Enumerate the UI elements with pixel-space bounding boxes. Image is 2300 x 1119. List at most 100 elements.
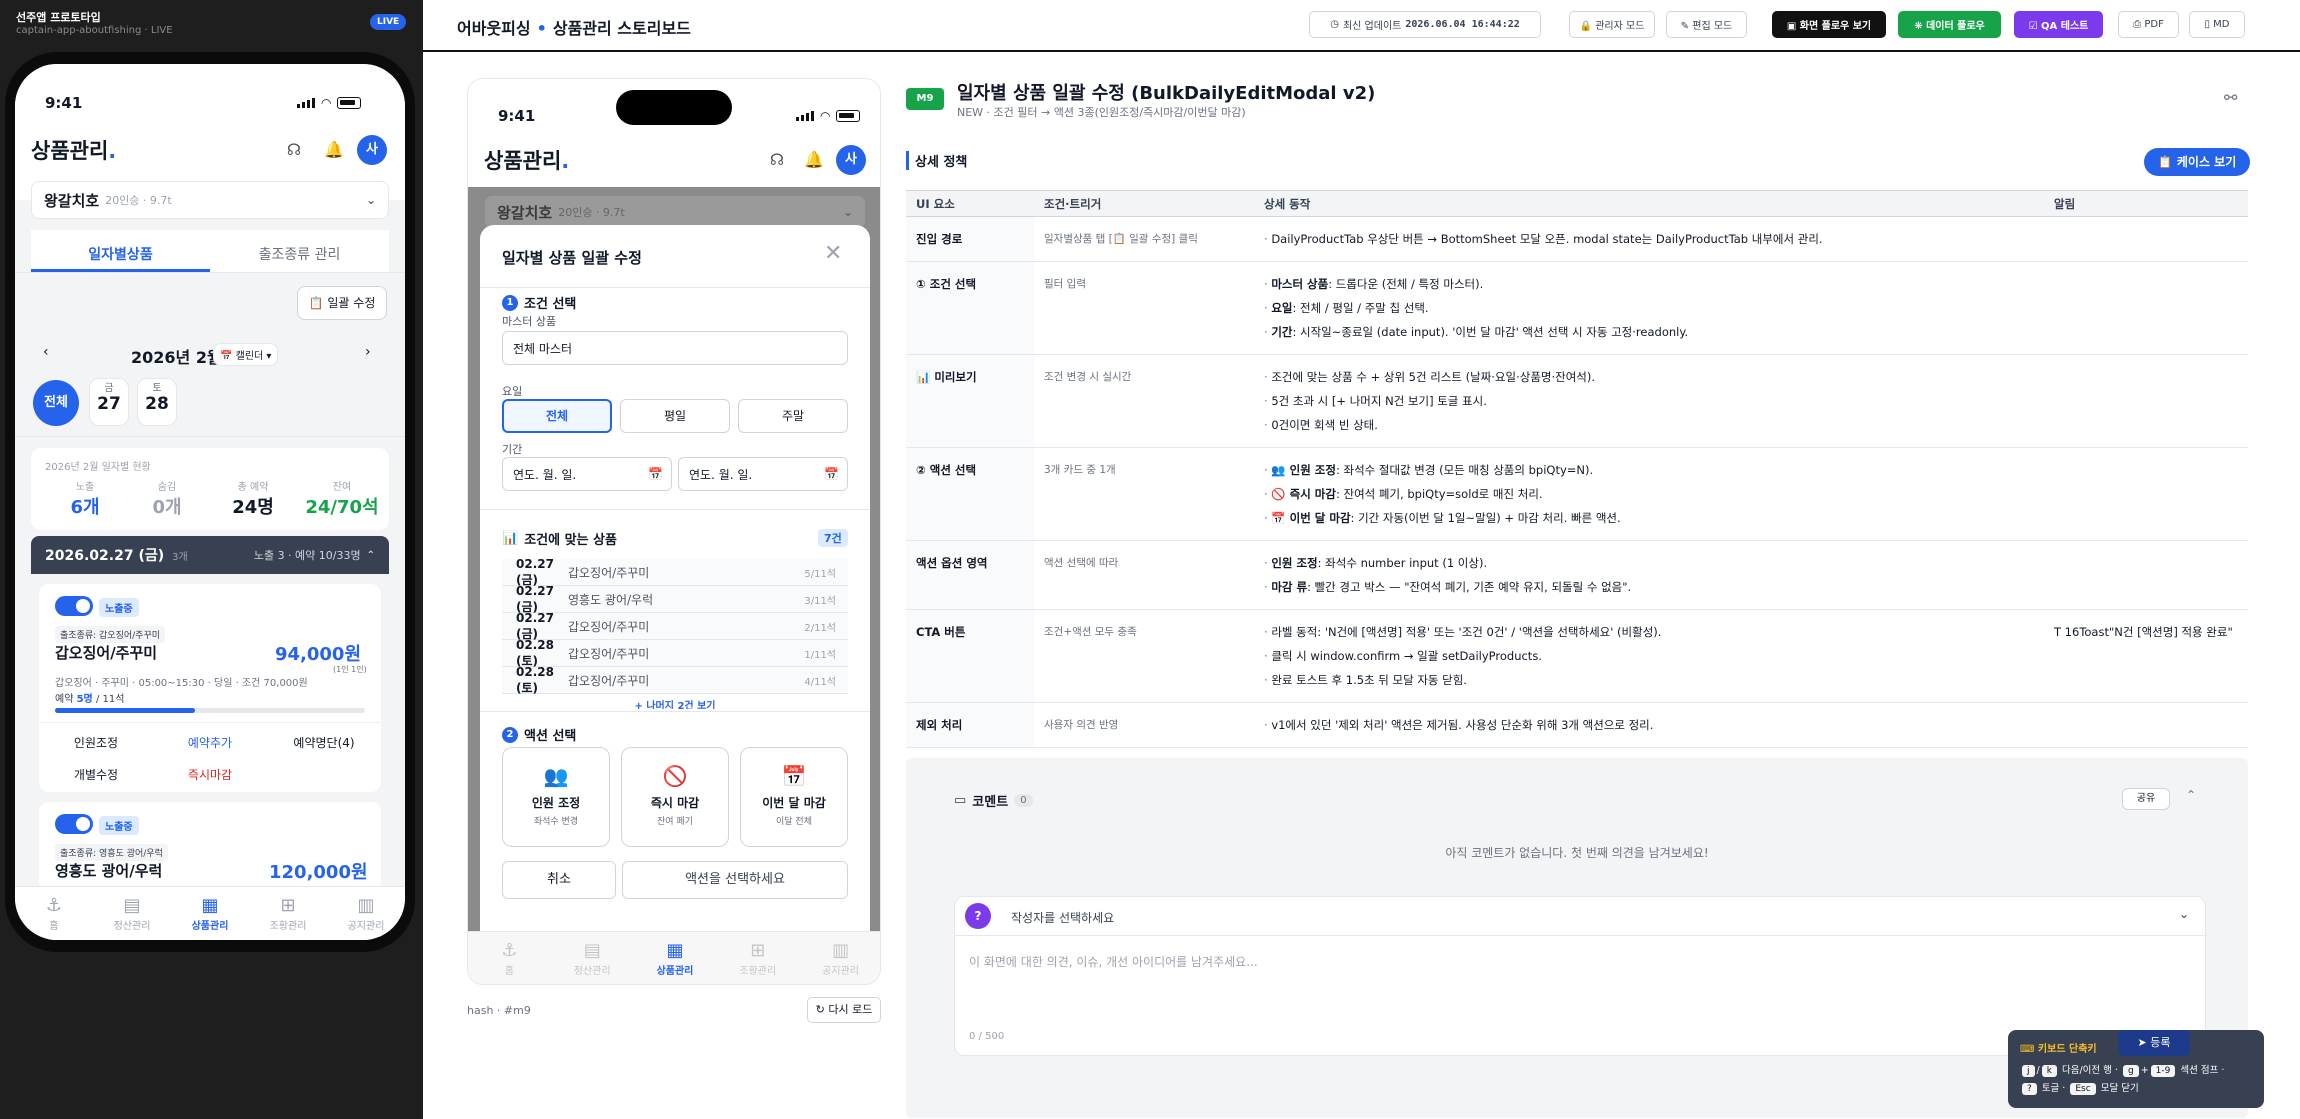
bell-icon[interactable]: 🔔 (323, 139, 345, 161)
policy-detail-line: · 요일: 전체 / 평일 / 주말 칩 선택. (1264, 301, 1429, 315)
master-select[interactable]: 전체 마스터 (502, 331, 848, 365)
expose-toggle[interactable] (55, 814, 93, 834)
policy-alert (2044, 354, 2248, 448)
chevron-up-icon: ⌃ (366, 549, 375, 561)
start-date-input[interactable]: 연도. 월. 일. 📅 (502, 457, 672, 491)
storyboard-phone: 9:41 ◠ 상품관리. ☊ 🔔 사 왕갈치호 20인승 · 9.7t ⌄ 일자별 … (467, 78, 881, 985)
cancel-button[interactable]: 취소 (502, 861, 616, 899)
bell-icon[interactable]: 🔔 (803, 149, 825, 171)
boat-selector: 왕갈치호 20인승 · 9.7t ⌄ (484, 195, 866, 229)
app-title: 상품관리. (31, 139, 117, 163)
last-updated: ◷ 최신 업데이트 2026.06.04 16:44:22 (1309, 11, 1541, 38)
calendar-icon: 📅 (781, 764, 807, 788)
policy-detail-line: · 📅 이번 달 마감: 기간 자동(이번 달 1일~말일) + 마감 처리. … (1264, 511, 1621, 525)
next-month-icon[interactable]: › (365, 344, 371, 360)
char-counter: 0 / 500 (969, 1031, 1005, 1042)
prev-month-icon[interactable]: ‹ (43, 344, 49, 360)
edit-mode-button[interactable]: ✎ 편집 모드 (1666, 11, 1747, 38)
anchor-icon: ⚓ (501, 940, 518, 961)
policy-detail-line: · 조건에 맞는 상품 수 + 상위 5건 리스트 (날짜·요일·상품명·잔여석… (1264, 370, 1596, 384)
match-row: 02.28 (토) 갑오징어/주꾸미 4/11석 (502, 665, 848, 695)
avatar[interactable]: 사 (357, 135, 387, 165)
reload-button[interactable]: ↻ 다시 로드 (807, 997, 881, 1023)
link-icon[interactable]: ⚯ (2224, 88, 2237, 107)
headset-icon[interactable]: ☊ (283, 139, 305, 161)
reservation-list-button[interactable]: 예약명단(4) (267, 734, 381, 751)
nav-home[interactable]: ⚓ 홈 (15, 887, 93, 940)
submit-comment-button[interactable]: ➤ 등록 (2118, 1030, 2190, 1056)
show-more-link[interactable]: + 나머지 2건 보기 (502, 697, 848, 709)
chevron-down-icon[interactable]: ⌄ (2179, 907, 2189, 921)
nav-products[interactable]: ▦ 상품관리 (171, 887, 249, 940)
day-filter-28[interactable]: 토 28 (137, 378, 177, 426)
pdf-button[interactable]: ⎙ PDF (2118, 11, 2179, 38)
nav-notices[interactable]: ▥ 공지관리 (799, 932, 880, 984)
policy-detail-line: · 마스터 상품: 드롭다운 (전체 / 특정 마스터). (1264, 277, 1484, 291)
breadcrumb: 어바웃피싱 • 상품관리 스토리보드 (457, 19, 691, 38)
admin-mode-button[interactable]: 🔒 관리자 모드 (1569, 11, 1655, 38)
author-select[interactable]: 작성자를 선택하세요 (1011, 909, 1114, 926)
boat-selector[interactable]: 왕갈치호 20인승 · 9.7t ⌄ (31, 181, 389, 219)
add-reservation-button[interactable]: 예약추가 (153, 734, 267, 751)
chart-icon: 📊 (502, 531, 519, 546)
policy-alert (2044, 702, 2248, 748)
adjust-seats-button[interactable]: 인원조정 (39, 734, 153, 751)
action-close-now[interactable]: 🚫 즉시 마감 잔여 폐기 (621, 747, 729, 847)
qa-test-button[interactable]: ☑ QA 테스트 (2014, 11, 2103, 38)
nav-settlement[interactable]: ▤ 정산관리 (93, 887, 171, 940)
status-badge: 노출중 (99, 598, 139, 617)
grid-icon: ▦ (201, 895, 219, 916)
md-button[interactable]: ▯ MD (2189, 11, 2245, 38)
day-filter-27[interactable]: 금 27 (89, 378, 129, 426)
calendar-button[interactable]: 📅 캘린더 ▾ (213, 343, 279, 366)
end-date-input[interactable]: 연도. 월. 일. 📅 (678, 457, 848, 491)
close-now-button[interactable]: 즉시마감 (153, 766, 267, 783)
live-badge: LIVE (370, 14, 407, 30)
nav-settlement[interactable]: ▤ 정산관리 (551, 932, 634, 984)
tab-trip-types[interactable]: 출조종류 관리 (210, 230, 389, 272)
card-actions: 인원조정 예약추가 예약명단(4) (39, 734, 381, 751)
match-row: 02.27 (금) 갑오징어/주꾸미 5/11석 (502, 557, 848, 587)
avatar[interactable]: 사 (836, 145, 866, 175)
case-view-button[interactable]: 📋 케이스 보기 (2144, 148, 2250, 176)
nav-notices[interactable]: ▥ 공지관리 (327, 887, 405, 940)
collapse-icon[interactable]: ⌃ (2186, 788, 2196, 802)
close-icon[interactable]: ✕ (824, 241, 842, 266)
month-label: 2026년 2월 (131, 348, 222, 367)
dow-weekend-chip[interactable]: 주말 (738, 399, 848, 433)
expose-toggle[interactable] (55, 596, 93, 616)
project-subtitle: captain-app-aboutfishing · LIVE (16, 25, 173, 36)
headset-icon[interactable]: ☊ (766, 149, 788, 171)
stat-remaining: 잔여 24/70석 (305, 482, 379, 518)
tab-daily-products[interactable]: 일자별상품 (31, 230, 210, 272)
bulk-edit-button[interactable]: 📋 일괄 수정 (297, 286, 387, 320)
submit-button[interactable]: 액션을 선택하세요 (622, 861, 848, 899)
nav-products[interactable]: ▦ 상품관리 (634, 932, 717, 984)
policy-detail-line: · 완료 토스트 후 1.5초 뒤 모달 자동 닫힘. (1264, 673, 1467, 687)
dow-all-chip[interactable]: 전체 (502, 399, 612, 433)
policy-detail-line: · 5건 초과 시 [+ 나머지 N건 보기] 토글 표시. (1264, 394, 1487, 408)
individual-edit-button[interactable]: 개별수정 (39, 766, 153, 783)
day-filter-all[interactable]: 전체 (33, 380, 79, 426)
policy-element: CTA 버튼 (906, 609, 1034, 703)
action-close-month[interactable]: 📅 이번 달 마감 이달 전체 (740, 747, 848, 847)
product-price: 94,000원 (275, 644, 362, 665)
policy-detail-line: · v1에서 있던 '제외 처리' 액션은 제거됨. 사용성 단순화 위해 3개… (1264, 718, 1654, 732)
day-group-header[interactable]: 2026.02.27 (금) 3개 노출 3 · 예약 10/33명 ⌃ (31, 536, 389, 574)
action-adjust-seats[interactable]: 👥 인원 조정 좌석수 변경 (502, 747, 610, 847)
policy-row: 제외 처리 사용자 의견 반영 · v1에서 있던 '제외 처리' 액션은 제거됨.… (906, 702, 2248, 748)
comment-header: ▭ 코멘트 0 (954, 791, 1033, 810)
data-flow-button[interactable]: ❋ 데이터 플로우 (1898, 11, 2001, 38)
dow-weekday-chip[interactable]: 평일 (620, 399, 730, 433)
wifi-icon: ◠ (321, 96, 332, 110)
detail-heading: 상세 정책 (906, 151, 967, 170)
nav-catch-report[interactable]: ⊞ 조황관리 (249, 887, 327, 940)
screen-flow-button[interactable]: ▣ 화면 플로우 보기 (1772, 11, 1886, 38)
comment-textarea[interactable]: 이 화면에 대한 의견, 이슈, 개선 아이디어를 남겨주세요... (969, 953, 1258, 970)
share-button[interactable]: 공유 (2122, 788, 2170, 810)
nav-home[interactable]: ⚓ 홈 (468, 932, 551, 984)
document-icon: ▤ (123, 895, 141, 916)
policy-alert (2044, 216, 2248, 262)
product-price: 120,000원 (269, 862, 368, 883)
nav-catch-report[interactable]: ⊞ 조황관리 (716, 932, 799, 984)
